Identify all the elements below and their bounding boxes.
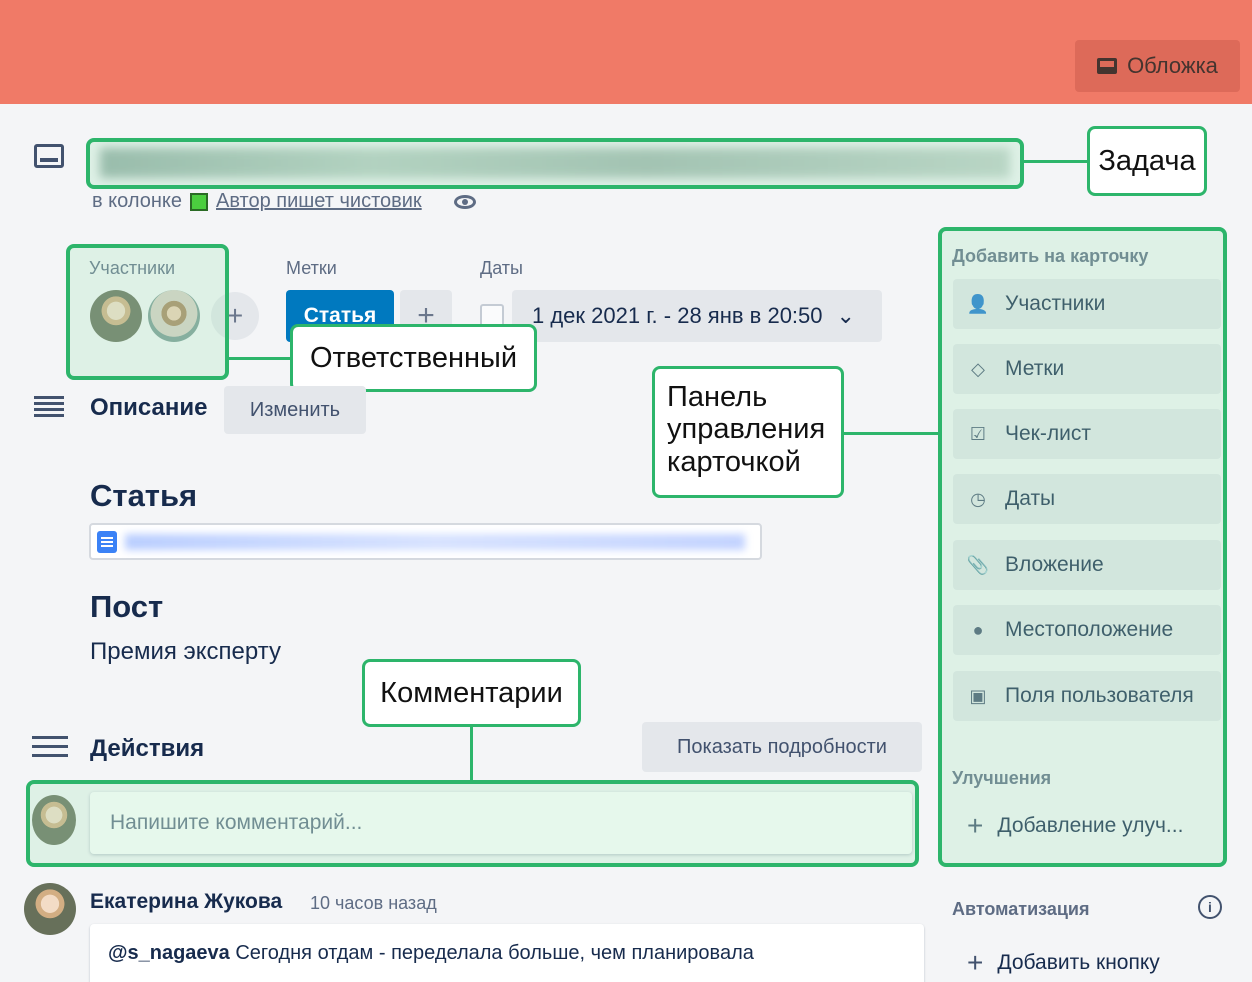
column-link[interactable]: Автор пишет чистовик	[216, 190, 422, 213]
post-text: Премия эксперту	[90, 638, 281, 665]
callout-panel: Панель управления карточкой	[652, 366, 844, 498]
column-color-icon	[190, 192, 208, 211]
cover-button[interactable]: Обложка	[1075, 40, 1240, 92]
edit-description-button[interactable]: Изменить	[224, 386, 366, 434]
comment-text: Сегодня отдам - переделала больше, чем п…	[235, 942, 754, 964]
date-value: 1 дек 2021 г. - 28 янв в 20:50	[532, 303, 823, 328]
panel-highlight	[938, 227, 1227, 867]
callout-comments: Комментарии	[362, 659, 581, 727]
eye-icon[interactable]	[453, 194, 476, 209]
avatar[interactable]	[24, 883, 76, 935]
document-link-card[interactable]	[89, 523, 762, 560]
activity-icon	[32, 736, 68, 758]
cover-icon	[1097, 58, 1118, 74]
card-icon	[34, 144, 64, 168]
column-prefix: в колонке	[92, 190, 182, 212]
post-heading: Пост	[90, 589, 164, 624]
task-connector	[1024, 160, 1088, 163]
dates-label: Даты	[480, 258, 523, 278]
plus-icon: +	[967, 947, 984, 978]
google-docs-icon	[97, 531, 117, 553]
chevron-down-icon: ⌄	[836, 303, 855, 328]
callout-assignee: Ответственный	[290, 324, 537, 392]
comment-body: @s_nagaeva Сегодня отдам - переделала бо…	[90, 924, 924, 982]
description-icon	[34, 396, 64, 418]
comment-time[interactable]: 10 часов назад	[310, 893, 437, 914]
labels-label: Метки	[286, 258, 337, 278]
show-details-button[interactable]: Показать подробности	[642, 722, 922, 772]
date-button[interactable]: 1 дек 2021 г. - 28 янв в 20:50 ⌄	[512, 290, 882, 342]
comments-highlight	[26, 780, 919, 867]
panel-connector	[844, 432, 940, 435]
article-heading: Статья	[90, 478, 198, 513]
document-link-blurred[interactable]	[125, 534, 745, 550]
info-icon[interactable]: i	[1198, 895, 1222, 919]
add-button-label: Добавить кнопку	[997, 951, 1160, 974]
automation-label: Автоматизация	[952, 899, 1090, 919]
comment-author[interactable]: Екатерина Жукова	[90, 890, 282, 914]
assignee-highlight	[66, 244, 229, 380]
add-button-button[interactable]: + Добавить кнопку	[953, 940, 1221, 982]
description-title: Описание	[90, 394, 208, 421]
column-info: в колонке Автор пишет чистовик	[92, 190, 476, 213]
comments-connector	[470, 727, 473, 780]
assignee-connector	[229, 357, 291, 360]
activity-title: Действия	[90, 735, 205, 762]
cover-button-label: Обложка	[1127, 53, 1218, 78]
comment-mention[interactable]: @s_nagaeva	[108, 942, 230, 964]
callout-task: Задача	[1087, 126, 1207, 196]
card-cover: Обложка	[0, 0, 1252, 104]
task-highlight	[86, 138, 1024, 189]
